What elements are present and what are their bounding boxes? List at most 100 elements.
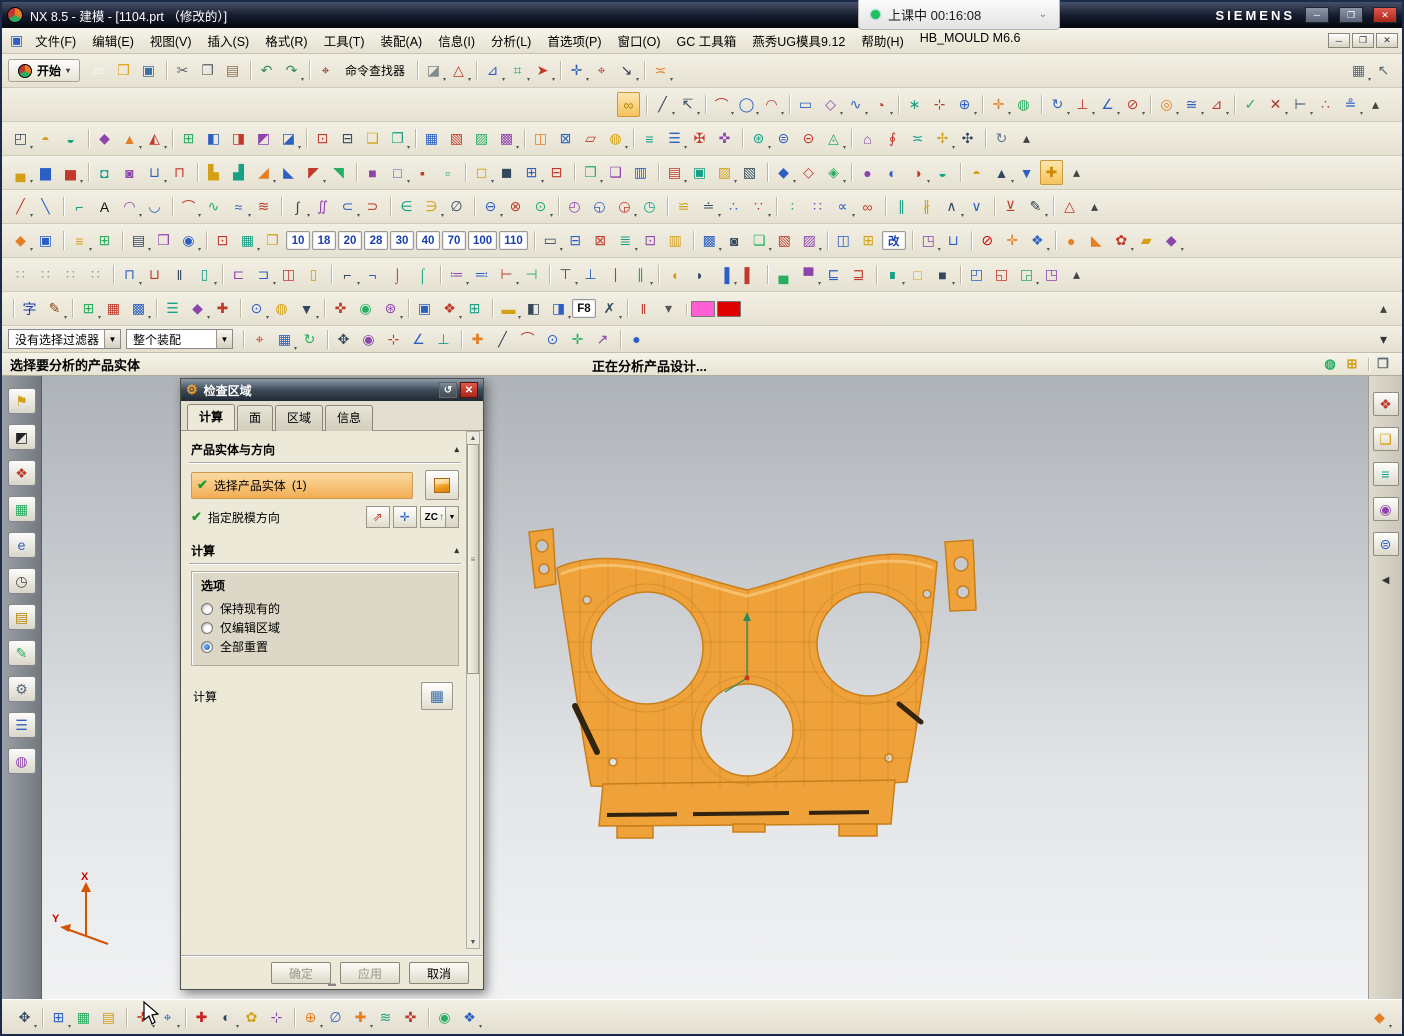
- toolbar-icon[interactable]: ✿: [240, 1005, 263, 1030]
- radio-icon[interactable]: [201, 641, 213, 653]
- solid-body-button[interactable]: [425, 470, 459, 500]
- toolbar-icon[interactable]: ⊛: [379, 296, 402, 321]
- toolbar-icon[interactable]: ❖: [458, 1005, 481, 1030]
- toolbar-icon[interactable]: ◧: [522, 296, 545, 321]
- toolbar-icon[interactable]: ◗: [688, 262, 711, 287]
- toolbar-icon[interactable]: ⌒: [177, 194, 200, 219]
- toolbar-icon[interactable]: ▨: [713, 160, 736, 185]
- toolbar-icon[interactable]: □: [386, 160, 409, 185]
- dialog-tab-面[interactable]: 面: [237, 405, 273, 431]
- toolbar-icon[interactable]: ∴: [1314, 92, 1337, 117]
- size-40-button[interactable]: 40: [416, 231, 440, 250]
- toolbar-icon[interactable]: ▫: [436, 160, 459, 185]
- doc-restore-button[interactable]: ❐: [1352, 33, 1374, 48]
- toolbar-icon[interactable]: ‖: [632, 296, 655, 321]
- toolbar-icon[interactable]: ⊒: [847, 262, 870, 287]
- toolbar-icon[interactable]: ✚: [466, 327, 489, 352]
- toolbar-icon[interactable]: ◔: [869, 92, 892, 117]
- chevron-down-icon[interactable]: ⌄: [1039, 9, 1047, 20]
- toolbar-icon[interactable]: ◤: [302, 160, 325, 185]
- toolbar-icon[interactable]: ◉: [357, 327, 380, 352]
- toolbar-icon[interactable]: ⊖: [479, 194, 502, 219]
- toolbar-icon[interactable]: ⊢: [495, 262, 518, 287]
- chevron-down-icon[interactable]: ▼: [445, 507, 458, 527]
- toolbar-icon[interactable]: ⊓: [168, 160, 191, 185]
- toolbar-icon[interactable]: ∷: [84, 262, 107, 287]
- restore-icon[interactable]: ❐: [1373, 355, 1393, 374]
- scroll-up-icon[interactable]: ▲: [470, 432, 477, 444]
- dialog-tab-计算[interactable]: 计算: [187, 404, 235, 430]
- toolbar-icon[interactable]: ∈: [395, 194, 418, 219]
- menu-item[interactable]: 信息(I): [430, 28, 483, 53]
- toolbar-icon[interactable]: ↖: [1372, 58, 1395, 83]
- datum-icon[interactable]: ◉: [433, 1005, 456, 1030]
- red-color-swatch[interactable]: [717, 301, 741, 317]
- toolbar-icon[interactable]: ✛: [566, 327, 589, 352]
- radio-option[interactable]: 仅编辑区域: [201, 618, 449, 637]
- toolbar-icon[interactable]: ▣: [34, 228, 57, 253]
- toolbar-icon[interactable]: △: [447, 58, 470, 83]
- selection-scope-dropdown[interactable]: 整个装配 ▼: [126, 329, 233, 349]
- command-finder-icon[interactable]: ⌖: [314, 58, 337, 83]
- toolbar-icon[interactable]: ◬: [822, 126, 845, 151]
- menu-item[interactable]: GC 工具箱: [669, 28, 745, 53]
- toolbar-icon[interactable]: ❖: [1026, 228, 1049, 253]
- toolbar-icon[interactable]: ▾: [657, 296, 680, 321]
- toolbar-icon[interactable]: ◉: [177, 228, 200, 253]
- toolbar-icon[interactable]: ◆: [186, 296, 209, 321]
- menu-item[interactable]: 装配(A): [373, 28, 431, 53]
- toolbar-icon[interactable]: ▰: [1135, 228, 1158, 253]
- toolbar-icon[interactable]: ✛: [987, 92, 1010, 117]
- shade-icon[interactable]: ⊜: [1373, 532, 1399, 556]
- toolbar-icon[interactable]: ▩: [495, 126, 518, 151]
- close-button[interactable]: ✕: [1373, 7, 1397, 23]
- toolbar-icon[interactable]: ◎: [1155, 92, 1178, 117]
- layer-icon[interactable]: ≡: [1373, 462, 1399, 486]
- menu-item[interactable]: 首选项(P): [539, 28, 609, 53]
- toolbar-icon[interactable]: ⌗: [506, 58, 529, 83]
- toolbar-icon[interactable]: ⊔: [143, 262, 166, 287]
- redo-icon[interactable]: ↷: [280, 58, 303, 83]
- vector-dialog-button[interactable]: ⇗: [366, 506, 390, 528]
- system-materials-icon[interactable]: ▤: [8, 604, 36, 630]
- radio-option[interactable]: 全部重置: [201, 637, 449, 656]
- toolbar-icon[interactable]: ↻: [990, 126, 1013, 151]
- toolbar-icon[interactable]: ╱: [9, 194, 32, 219]
- toolbar-icon[interactable]: ∠: [407, 327, 430, 352]
- toolbar-icon[interactable]: ∶: [781, 194, 804, 219]
- sketch-task-icon[interactable]: ✚: [1040, 160, 1063, 185]
- size-10-button[interactable]: 10: [286, 231, 310, 250]
- toolbar-icon[interactable]: ◱: [990, 262, 1013, 287]
- toolbar-icon[interactable]: ∥: [629, 262, 652, 287]
- toolbar-icon[interactable]: ▯: [193, 262, 216, 287]
- toolbar-icon[interactable]: ▴: [1065, 262, 1088, 287]
- selection-filter-dropdown[interactable]: 没有选择过滤器 ▼: [8, 329, 121, 349]
- spline-icon[interactable]: ∿: [844, 92, 867, 117]
- toolbar-icon[interactable]: ▦: [420, 126, 443, 151]
- toolbar-icon[interactable]: ⌂: [856, 126, 879, 151]
- toolbar-icon[interactable]: ∨: [965, 194, 988, 219]
- toolbar-icon[interactable]: ▭: [539, 228, 562, 253]
- scrollbar-thumb[interactable]: ≡: [467, 444, 479, 674]
- internet-explorer-icon[interactable]: e: [8, 532, 36, 558]
- toolbar-icon[interactable]: ⊙: [529, 194, 552, 219]
- toolbar-icon[interactable]: ⊤: [554, 262, 577, 287]
- toolbar-icon[interactable]: ▄: [772, 262, 795, 287]
- toolbar-icon[interactable]: ≅: [1180, 92, 1203, 117]
- toolbar-icon[interactable]: ≌: [672, 194, 695, 219]
- toolbar-icon[interactable]: ❐: [261, 228, 284, 253]
- toolbar-icon[interactable]: ◰: [9, 126, 32, 151]
- toolbar-icon[interactable]: ∷: [34, 262, 57, 287]
- toolbar-icon[interactable]: ◉: [354, 296, 377, 321]
- chevron-down-icon[interactable]: ▼: [216, 330, 232, 348]
- toolbar-icon[interactable]: ⊝: [797, 126, 820, 151]
- toolbar-icon[interactable]: ◡: [143, 194, 166, 219]
- toolbar-icon[interactable]: ◵: [588, 194, 611, 219]
- toolbar-icon[interactable]: ▤: [663, 160, 686, 185]
- toolbar-icon[interactable]: ▴: [1083, 194, 1106, 219]
- toolbar-icon[interactable]: ≔: [445, 262, 468, 287]
- toolbar-icon[interactable]: ‖: [168, 262, 191, 287]
- toolbar-icon[interactable]: ↻: [1046, 92, 1069, 117]
- fillet-icon[interactable]: ◠: [760, 92, 783, 117]
- toolbar-icon[interactable]: ▼: [1015, 160, 1038, 185]
